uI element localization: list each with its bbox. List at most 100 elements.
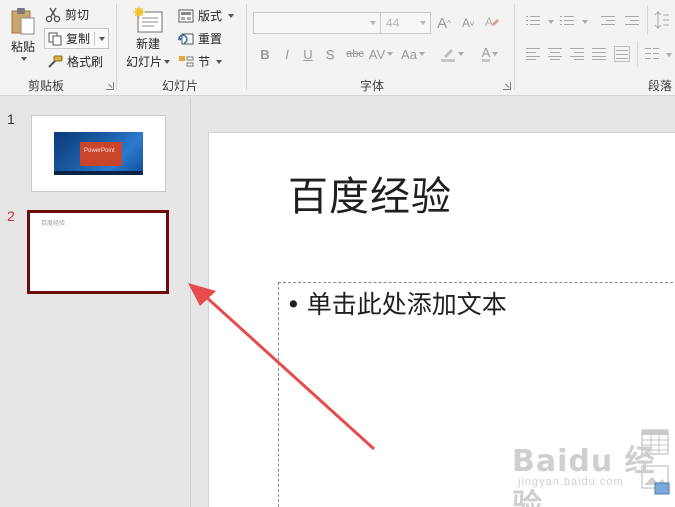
- content-placeholder-text[interactable]: • 单击此处添加文本: [286, 285, 507, 321]
- reset-icon: [178, 33, 194, 44]
- new-slide-button[interactable]: 新建 幻灯片: [126, 6, 171, 70]
- new-slide-label: 新建: [136, 37, 161, 51]
- body-placeholder-label: 单击此处添加文本: [306, 290, 507, 319]
- copy-button[interactable]: 复制: [44, 28, 110, 49]
- paragraph-group-label: 段落: [648, 79, 673, 93]
- copy-icon: [48, 32, 62, 45]
- section-icon: [179, 55, 194, 66]
- highlight-button[interactable]: [438, 45, 466, 63]
- layout-label: 版式: [198, 9, 223, 23]
- panel-divider[interactable]: [190, 97, 191, 507]
- scissors-icon: [45, 7, 61, 22]
- chevron-down-icon: [216, 59, 223, 64]
- change-case-button[interactable]: Aa: [399, 45, 427, 63]
- chevron-down-icon: [228, 13, 235, 18]
- highlighter-icon: [441, 49, 455, 62]
- paste-button[interactable]: 粘贴: [6, 6, 40, 70]
- section-label: 节: [198, 55, 211, 69]
- ribbon: 粘贴 剪切 复制 格式刷 剪贴板 新建 幻灯片 版式 重置 节 幻灯片 44 A…: [0, 0, 675, 96]
- character-spacing-button[interactable]: AV: [367, 45, 395, 63]
- group-separator: [514, 4, 515, 90]
- chevron-down-icon: [492, 52, 499, 56]
- grow-font-button[interactable]: A ^: [435, 14, 453, 32]
- watermark-url: jingyan.baidu.com: [518, 476, 624, 488]
- reset-button[interactable]: 重置: [178, 30, 222, 47]
- shadow-text-button[interactable]: S: [321, 45, 339, 63]
- chevron-down-icon[interactable]: [666, 53, 672, 57]
- copy-label: 复制: [66, 32, 91, 46]
- format-painter-label: 格式刷: [67, 55, 104, 69]
- columns-icon[interactable]: [645, 48, 659, 60]
- slides-group-label: 幻灯片: [162, 79, 199, 93]
- new-slide-icon: [133, 6, 163, 33]
- divider: [647, 5, 648, 35]
- chevron-down-icon: [99, 36, 106, 41]
- strikethrough-button[interactable]: abc: [344, 45, 366, 63]
- slide-title-placeholder[interactable]: 百度经验: [288, 164, 452, 222]
- chevron-down-icon: [458, 52, 464, 56]
- font-color-icon: A: [481, 45, 491, 62]
- new-slide-label-row: 幻灯片: [126, 53, 171, 70]
- chevron-down-icon: [164, 59, 171, 64]
- font-size-combo[interactable]: 44: [380, 12, 431, 34]
- strikethrough-icon: abc: [346, 48, 364, 60]
- italic-icon: I: [285, 46, 289, 62]
- grow-font-icon: A: [437, 14, 448, 32]
- group-separator: [246, 4, 247, 90]
- divider: [637, 41, 638, 67]
- new-slide-label-2: 幻灯片: [126, 55, 163, 69]
- shrink-font-icon: A: [461, 16, 470, 30]
- slide-thumbnail-1[interactable]: PowerPoint: [31, 115, 166, 192]
- chevron-down-icon: [387, 52, 394, 56]
- decrease-indent-icon[interactable]: [601, 15, 615, 27]
- italic-button[interactable]: I: [278, 45, 296, 63]
- font-group-label: 字体: [360, 79, 385, 93]
- underline-icon: U: [303, 46, 313, 62]
- justify-icon[interactable]: [592, 48, 606, 60]
- numbering-icon[interactable]: [560, 15, 574, 27]
- chevron-down-icon: [370, 21, 376, 25]
- bullet-glyph: •: [286, 290, 301, 319]
- baidu-watermark: Baidu 经验 jingyan.baidu.com: [512, 436, 675, 507]
- paintbrush-icon: [48, 55, 63, 68]
- font-size-value: 44: [386, 16, 400, 30]
- thumb-title: 百度经验: [41, 221, 66, 227]
- svg-text:A: A: [485, 15, 493, 29]
- font-launcher-icon[interactable]: [503, 82, 511, 90]
- section-button[interactable]: 节: [178, 53, 223, 70]
- clear-format-button[interactable]: A: [483, 13, 501, 31]
- cut-button[interactable]: 剪切: [45, 6, 89, 23]
- font-name-combo[interactable]: [253, 12, 381, 34]
- bullets-icon[interactable]: [526, 15, 540, 27]
- distributed-icon[interactable]: [614, 46, 630, 62]
- cut-label: 剪切: [65, 8, 90, 22]
- clipboard-group-label: 剪贴板: [28, 79, 65, 93]
- bold-button[interactable]: B: [256, 45, 274, 63]
- character-spacing-icon: AV: [368, 46, 386, 62]
- thumb-title: PowerPoint: [84, 148, 115, 154]
- align-center-icon[interactable]: [548, 48, 562, 60]
- slide-thumbnail-2-selected[interactable]: 百度经验: [27, 210, 169, 294]
- chevron-down-icon[interactable]: [548, 20, 554, 24]
- group-separator: [116, 4, 117, 90]
- bold-icon: B: [260, 46, 270, 62]
- copy-dropdown[interactable]: [94, 31, 106, 46]
- paste-icon: [11, 8, 35, 35]
- align-left-icon[interactable]: [526, 48, 540, 60]
- clipboard-launcher-icon[interactable]: [106, 82, 114, 90]
- underline-button[interactable]: U: [299, 45, 317, 63]
- slide-number-1: 1: [7, 111, 15, 127]
- line-spacing-icon[interactable]: [654, 11, 669, 29]
- paste-dropdown-icon[interactable]: [21, 57, 27, 61]
- format-painter-button[interactable]: 格式刷: [47, 53, 103, 70]
- font-color-button[interactable]: A: [476, 45, 504, 63]
- layout-button[interactable]: 版式: [178, 7, 235, 24]
- shrink-font-button[interactable]: Av: [459, 14, 477, 32]
- reset-label: 重置: [198, 32, 223, 46]
- chevron-down-icon[interactable]: [582, 20, 588, 24]
- chevron-down-icon: [418, 52, 425, 56]
- increase-indent-icon[interactable]: [625, 15, 639, 27]
- align-right-icon[interactable]: [570, 48, 584, 60]
- slide-number-2: 2: [7, 208, 15, 224]
- layout-icon: [178, 9, 194, 22]
